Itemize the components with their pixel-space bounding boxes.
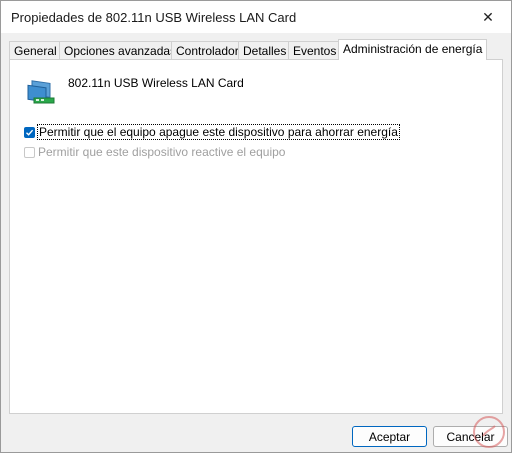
title-bar: Propiedades de 802.11n USB Wireless LAN … bbox=[1, 1, 511, 33]
ok-button-label: Aceptar bbox=[368, 429, 411, 444]
allow-wake-option: Permitir que este dispositivo reactive e… bbox=[24, 145, 285, 159]
allow-power-off-option[interactable]: Permitir que el equipo apague este dispo… bbox=[24, 124, 400, 140]
tab-detalles[interactable]: Detalles bbox=[238, 41, 292, 59]
allow-power-off-checkbox[interactable] bbox=[24, 126, 35, 138]
allow-wake-label: Permitir que este dispositivo reactive e… bbox=[38, 145, 286, 159]
tab-label: Detalles bbox=[243, 44, 287, 58]
network-adapter-icon bbox=[27, 80, 55, 104]
close-icon: ✕ bbox=[482, 8, 494, 25]
tab-label: Administración de energía bbox=[343, 42, 483, 56]
power-management-panel: 802.11n USB Wireless LAN Card Permitir q… bbox=[9, 59, 503, 414]
properties-dialog: Propiedades de 802.11n USB Wireless LAN … bbox=[0, 0, 512, 453]
tab-label: Eventos bbox=[293, 44, 337, 58]
tab-label: General bbox=[14, 44, 57, 58]
tab-bar: General Opciones avanzadas Controlador D… bbox=[9, 39, 503, 60]
window-title: Propiedades de 802.11n USB Wireless LAN … bbox=[11, 10, 297, 25]
device-name: 802.11n USB Wireless LAN Card bbox=[68, 76, 244, 90]
allow-power-off-label[interactable]: Permitir que el equipo apague este dispo… bbox=[37, 124, 400, 140]
tab-label: Opciones avanzadas bbox=[64, 44, 177, 58]
tab-controlador[interactable]: Controlador bbox=[171, 41, 244, 59]
checkmark-icon bbox=[26, 129, 34, 136]
ok-button[interactable]: Aceptar bbox=[352, 426, 427, 447]
tab-general[interactable]: General bbox=[9, 41, 62, 59]
tab-eventos[interactable]: Eventos bbox=[288, 41, 342, 59]
tab-administracion-energia[interactable]: Administración de energía bbox=[338, 39, 488, 60]
tab-label: Controlador bbox=[176, 44, 239, 58]
close-button[interactable]: ✕ bbox=[465, 1, 511, 33]
logo-watermark-icon bbox=[473, 416, 505, 448]
tab-opciones-avanzadas[interactable]: Opciones avanzadas bbox=[59, 41, 182, 59]
allow-wake-checkbox bbox=[24, 146, 35, 158]
